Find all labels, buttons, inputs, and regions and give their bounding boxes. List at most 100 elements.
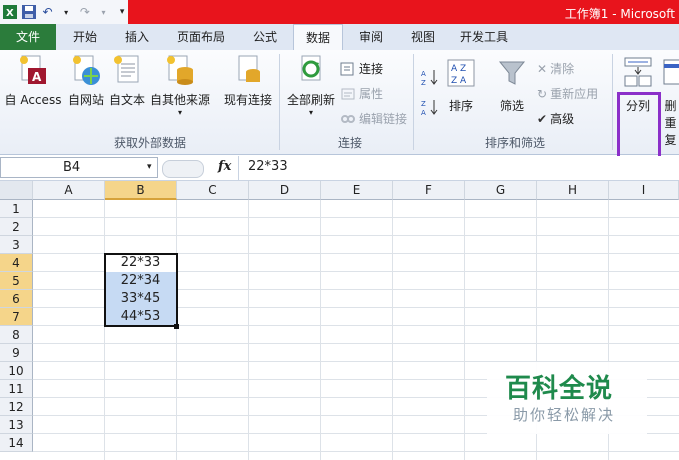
row-header-1[interactable]: 1 [0, 200, 33, 218]
from-other-sources-label: 自其他来源 [149, 93, 210, 107]
from-web-button[interactable]: 自网站 [64, 54, 108, 108]
row-header-10[interactable]: 10 [0, 362, 33, 380]
clear-label: 清除 [550, 62, 575, 76]
splitter-handle[interactable] [162, 160, 204, 178]
row-header-7[interactable]: 7 [0, 308, 33, 326]
reapply-button[interactable]: ↻ 重新应用 [537, 85, 598, 102]
column-header-d[interactable]: D [249, 181, 321, 200]
undo-icon[interactable]: ↶ [40, 4, 56, 20]
filter-button[interactable]: 筛选 [494, 58, 530, 114]
svg-text:Z: Z [421, 100, 426, 108]
column-header-h[interactable]: H [537, 181, 609, 200]
remove-duplicates-button[interactable]: 删 重复 [662, 56, 679, 148]
formula-divider [238, 156, 239, 180]
tab-file[interactable]: 文件 [0, 24, 56, 50]
properties-icon [341, 88, 355, 99]
tab-view[interactable]: 视图 [398, 24, 448, 50]
redo-icon[interactable]: ↷ [77, 4, 93, 20]
excel-icon[interactable]: X [2, 4, 18, 20]
gridline [33, 343, 679, 344]
reapply-icon: ↻ [537, 86, 548, 101]
dropdown-arrow-icon[interactable]: ▾ [58, 4, 74, 20]
tab-data[interactable]: 数据 [293, 24, 343, 50]
text-file-icon [114, 55, 139, 83]
window-title: 工作簿1 - Microsoft [564, 7, 675, 21]
sort-za-icon: ZA [421, 100, 438, 116]
row-header-3[interactable]: 3 [0, 236, 33, 254]
column-header-g[interactable]: G [465, 181, 537, 200]
from-access-button[interactable]: A 自 Access [2, 54, 64, 108]
column-header-i[interactable]: I [609, 181, 679, 200]
gridline [392, 200, 393, 460]
from-access-label: 自 Access [4, 93, 62, 107]
sort-dialog-icon: A Z Z A [447, 59, 475, 87]
clear-filter-icon: ✕ [537, 61, 548, 76]
column-header-b[interactable]: B [105, 181, 177, 200]
tab-formulas[interactable]: 公式 [240, 24, 290, 50]
gridline [464, 200, 465, 460]
chevron-down-icon: ▾ [308, 108, 313, 117]
sort-descending-button[interactable]: ZA [421, 98, 439, 116]
row-header-6[interactable]: 6 [0, 290, 33, 308]
column-header-c[interactable]: C [177, 181, 249, 200]
connections-label: 连接 [359, 62, 384, 76]
formula-input[interactable]: 22*33 [248, 159, 288, 174]
title-bar: X ↶ ▾ ↷ ▾ ▾ 工作簿1 - Microsoft [0, 0, 679, 24]
row-header-9[interactable]: 9 [0, 344, 33, 362]
remove-duplicates-label: 删 [664, 99, 677, 113]
svg-text:A: A [421, 70, 426, 78]
group-label-get-external-data: 获取外部数据 [113, 136, 186, 150]
tab-page-layout[interactable]: 页面布局 [166, 24, 236, 50]
refresh-all-button[interactable]: 全部刷新 ▾ [284, 54, 338, 117]
fill-handle[interactable] [174, 324, 179, 329]
group-label-connections: 连接 [337, 136, 362, 150]
column-header-a[interactable]: A [33, 181, 105, 200]
tab-review[interactable]: 审阅 [346, 24, 396, 50]
row-header-11[interactable]: 11 [0, 380, 33, 398]
gridline [104, 200, 105, 460]
tab-developer[interactable]: 开发工具 [452, 24, 516, 50]
title-band: 工作簿1 - Microsoft [128, 0, 679, 24]
select-all-corner[interactable] [0, 181, 33, 200]
clear-button[interactable]: ✕ 清除 [537, 60, 574, 77]
row-header-2[interactable]: 2 [0, 218, 33, 236]
sort-ascending-button[interactable]: AZ [421, 68, 439, 86]
link-icon [341, 114, 355, 123]
existing-connections-icon [238, 55, 260, 82]
svg-text:A: A [32, 70, 42, 84]
filter-label: 筛选 [499, 99, 524, 113]
web-icon [73, 55, 100, 85]
svg-text:A: A [421, 109, 426, 116]
column-header-f[interactable]: F [393, 181, 465, 200]
existing-connections-button[interactable]: 现有连接 [220, 54, 276, 108]
sort-button[interactable]: A Z Z A 排序 [443, 58, 479, 114]
edit-links-button[interactable]: 编辑链接 [340, 110, 407, 127]
advanced-button[interactable]: ✔ 高级 [537, 110, 574, 127]
edit-links-label: 编辑链接 [359, 112, 408, 126]
name-box[interactable]: B4 ▾ [0, 157, 158, 178]
properties-button[interactable]: 属性 [340, 85, 383, 102]
from-other-sources-button[interactable]: 自其他来源 ▾ [148, 54, 212, 117]
gridline [33, 217, 679, 218]
watermark: 百科全说 助你轻松解决 [487, 362, 647, 434]
access-icon: A [20, 55, 46, 84]
dropdown-arrow-icon[interactable]: ▾ [96, 4, 112, 20]
column-header-e[interactable]: E [321, 181, 393, 200]
connections-button[interactable]: 连接 [340, 60, 383, 77]
row-header-12[interactable]: 12 [0, 398, 33, 416]
row-header-5[interactable]: 5 [0, 272, 33, 290]
row-header-14[interactable]: 14 [0, 434, 33, 452]
refresh-icon [301, 55, 321, 81]
row-header-4[interactable]: 4 [0, 254, 33, 272]
row-header-13[interactable]: 13 [0, 416, 33, 434]
row-header-8[interactable]: 8 [0, 326, 33, 344]
from-text-button[interactable]: 自文本 [106, 54, 148, 108]
from-web-label: 自网站 [67, 93, 104, 107]
text-to-columns-icon [624, 57, 652, 87]
save-icon[interactable] [21, 4, 37, 20]
chevron-down-icon: ▾ [177, 108, 182, 117]
group-separator [279, 54, 280, 150]
insert-function-icon[interactable]: fx [218, 159, 231, 174]
tab-home[interactable]: 开始 [60, 24, 110, 50]
tab-insert[interactable]: 插入 [112, 24, 162, 50]
